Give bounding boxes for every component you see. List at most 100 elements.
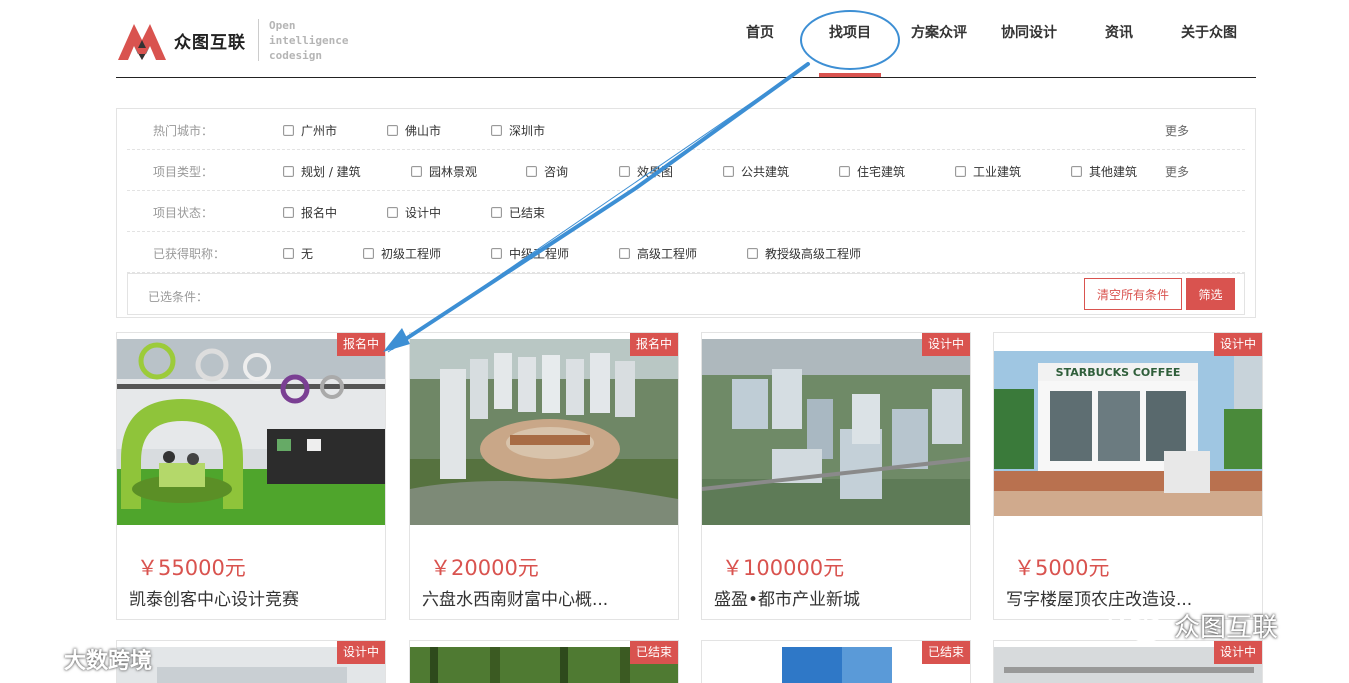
filter-row-status: 项目状态： 报名中 设计中 已结束 bbox=[127, 191, 1245, 232]
filter-option-label: 佛山市 bbox=[405, 124, 442, 138]
watermark-right-text: 众图互联 bbox=[1174, 612, 1279, 643]
clear-filters-button[interactable]: 清空所有条件 bbox=[1084, 278, 1182, 310]
filter-option-checkbox[interactable]: 无 bbox=[283, 245, 313, 262]
status-badge: 已结束 bbox=[629, 641, 678, 664]
checkbox-icon[interactable] bbox=[283, 207, 294, 218]
status-badge: 设计中 bbox=[336, 641, 385, 664]
filter-option-checkbox[interactable]: 其他建筑 bbox=[1071, 163, 1137, 180]
filter-option-checkbox[interactable]: 报名中 bbox=[283, 204, 337, 221]
project-image-city-aerial[interactable] bbox=[410, 339, 678, 525]
filter-option-label: 广州市 bbox=[301, 124, 338, 138]
checkbox-icon[interactable] bbox=[619, 166, 630, 177]
nav-item-codesign[interactable]: 协同设计 bbox=[1001, 22, 1057, 42]
filter-option-label: 住宅建筑 bbox=[857, 165, 906, 179]
filter-option-label: 效果图 bbox=[637, 165, 674, 179]
checkbox-icon[interactable] bbox=[491, 125, 502, 136]
checkbox-icon[interactable] bbox=[1071, 166, 1082, 177]
nav-item-about[interactable]: 关于众图 bbox=[1181, 22, 1237, 42]
filter-option-checkbox[interactable]: 效果图 bbox=[619, 163, 673, 180]
status-badge: 报名中 bbox=[629, 333, 678, 356]
selected-conditions-label: 已选条件： bbox=[148, 290, 209, 304]
project-card[interactable]: 报名中 ￥55000元 凯泰创客中心设计竞赛 bbox=[116, 332, 386, 620]
checkbox-icon[interactable] bbox=[619, 248, 630, 259]
nav-item-news[interactable]: 资讯 bbox=[1105, 22, 1133, 42]
project-image-industrial-park[interactable] bbox=[702, 339, 970, 525]
industrial-park-image bbox=[702, 339, 970, 525]
checkbox-icon[interactable] bbox=[411, 166, 422, 177]
filter-option-label: 中级工程师 bbox=[509, 247, 570, 261]
watermark-left: 大数跨境 bbox=[10, 643, 152, 675]
project-price: ￥100000元 bbox=[722, 556, 845, 580]
filter-option-checkbox[interactable]: 佛山市 bbox=[387, 122, 441, 139]
filter-option-checkbox[interactable]: 初级工程师 bbox=[363, 245, 441, 262]
filter-row-type: 项目类型： 规划 / 建筑 园林景观 咨询 效果图 公共建筑 住宅建筑 工业建筑… bbox=[127, 150, 1245, 191]
project-card[interactable]: 已结束 bbox=[701, 640, 971, 683]
project-price: ￥20000元 bbox=[430, 556, 539, 580]
filter-option-checkbox[interactable]: 中级工程师 bbox=[491, 245, 569, 262]
filter-option-checkbox[interactable]: 已结束 bbox=[491, 204, 545, 221]
project-card[interactable]: 设计中 bbox=[993, 640, 1263, 683]
checkbox-icon[interactable] bbox=[839, 166, 850, 177]
filter-option-label: 深圳市 bbox=[509, 124, 546, 138]
project-card[interactable]: 报名中 ￥20000元 六盘水西南财富中心概... bbox=[409, 332, 679, 620]
city-aerial-image bbox=[410, 339, 678, 525]
filter-panel: 热门城市： 广州市 佛山市 深圳市 更多 项目类型： 规划 / 建筑 园林景观 … bbox=[116, 108, 1256, 318]
office-interior-image bbox=[117, 339, 385, 525]
filter-option-checkbox[interactable]: 公共建筑 bbox=[723, 163, 789, 180]
watermark-left-text: 大数跨境 bbox=[64, 649, 153, 674]
project-title[interactable]: 凯泰创客中心设计竞赛 bbox=[129, 585, 299, 610]
checkbox-icon[interactable] bbox=[747, 248, 758, 259]
checkbox-icon[interactable] bbox=[283, 166, 294, 177]
filter-option-checkbox[interactable]: 高级工程师 bbox=[619, 245, 697, 262]
filter-row-title: 已获得职称： 无 初级工程师 中级工程师 高级工程师 教授级高级工程师 bbox=[127, 232, 1245, 273]
filter-option-checkbox[interactable]: 深圳市 bbox=[491, 122, 545, 139]
annotation-highlight-circle bbox=[800, 10, 900, 70]
filter-option-checkbox[interactable]: 园林景观 bbox=[411, 163, 477, 180]
filter-option-checkbox[interactable]: 规划 / 建筑 bbox=[283, 163, 361, 180]
checkbox-icon[interactable] bbox=[491, 248, 502, 259]
status-badge: 设计中 bbox=[921, 333, 970, 356]
checkbox-icon[interactable] bbox=[283, 248, 294, 259]
filter-option-checkbox[interactable]: 设计中 bbox=[387, 204, 441, 221]
checkbox-icon[interactable] bbox=[283, 125, 294, 136]
project-card[interactable]: 已结束 bbox=[409, 640, 679, 683]
project-title[interactable]: 六盘水西南财富中心概... bbox=[422, 585, 608, 610]
filter-submit-button[interactable]: 筛选 bbox=[1186, 278, 1235, 310]
project-image-starbucks-cafe[interactable]: STARBUCKS COFFEE bbox=[994, 339, 1262, 525]
filter-option-label: 设计中 bbox=[405, 206, 442, 220]
checkbox-icon[interactable] bbox=[387, 125, 398, 136]
filter-option-label: 公共建筑 bbox=[741, 165, 790, 179]
checkbox-icon[interactable] bbox=[387, 207, 398, 218]
wechat-icon bbox=[1108, 606, 1164, 643]
project-title[interactable]: 盛盈•都市产业新城 bbox=[714, 585, 860, 610]
filter-option-checkbox[interactable]: 工业建筑 bbox=[955, 163, 1021, 180]
filter-option-checkbox[interactable]: 广州市 bbox=[283, 122, 337, 139]
nav-item-reviews[interactable]: 方案众评 bbox=[911, 22, 967, 42]
filter-option-label: 园林景观 bbox=[429, 165, 478, 179]
project-card[interactable]: 设计中 ￥100000元 盛盈•都市产业新城 bbox=[701, 332, 971, 620]
project-card[interactable]: STARBUCKS COFFEE 设计中 ￥5000元 写字楼屋顶农庄改造设..… bbox=[993, 332, 1263, 620]
checkbox-icon[interactable] bbox=[491, 207, 502, 218]
filter-option-label: 高级工程师 bbox=[637, 247, 698, 261]
watermark-logo-icon bbox=[11, 648, 60, 670]
nav-item-home[interactable]: 首页 bbox=[746, 22, 774, 42]
filter-option-checkbox[interactable]: 咨询 bbox=[526, 163, 568, 180]
main-nav: 首页 找项目 方案众评 协同设计 资讯 关于众图 bbox=[0, 0, 1349, 78]
filter-option-label: 工业建筑 bbox=[973, 165, 1022, 179]
filter-option-checkbox[interactable]: 住宅建筑 bbox=[839, 163, 905, 180]
filter-label: 热门城市： bbox=[153, 124, 214, 138]
checkbox-icon[interactable] bbox=[955, 166, 966, 177]
starbucks-cafe-image: STARBUCKS COFFEE bbox=[994, 339, 1262, 525]
more-link[interactable]: 更多 bbox=[1165, 163, 1189, 180]
checkbox-icon[interactable] bbox=[723, 166, 734, 177]
page: 众图互联 Open intelligence codesign 首页 找项目 方… bbox=[0, 0, 1349, 683]
filter-label: 已获得职称： bbox=[153, 247, 226, 261]
project-card[interactable]: 设计中 bbox=[116, 640, 386, 683]
filter-option-label: 无 bbox=[301, 247, 314, 261]
checkbox-icon[interactable] bbox=[526, 166, 537, 177]
more-link[interactable]: 更多 bbox=[1165, 122, 1189, 139]
project-image-office-interior[interactable] bbox=[117, 339, 385, 525]
status-badge: 已结束 bbox=[921, 641, 970, 664]
filter-option-checkbox[interactable]: 教授级高级工程师 bbox=[747, 245, 861, 262]
checkbox-icon[interactable] bbox=[363, 248, 374, 259]
